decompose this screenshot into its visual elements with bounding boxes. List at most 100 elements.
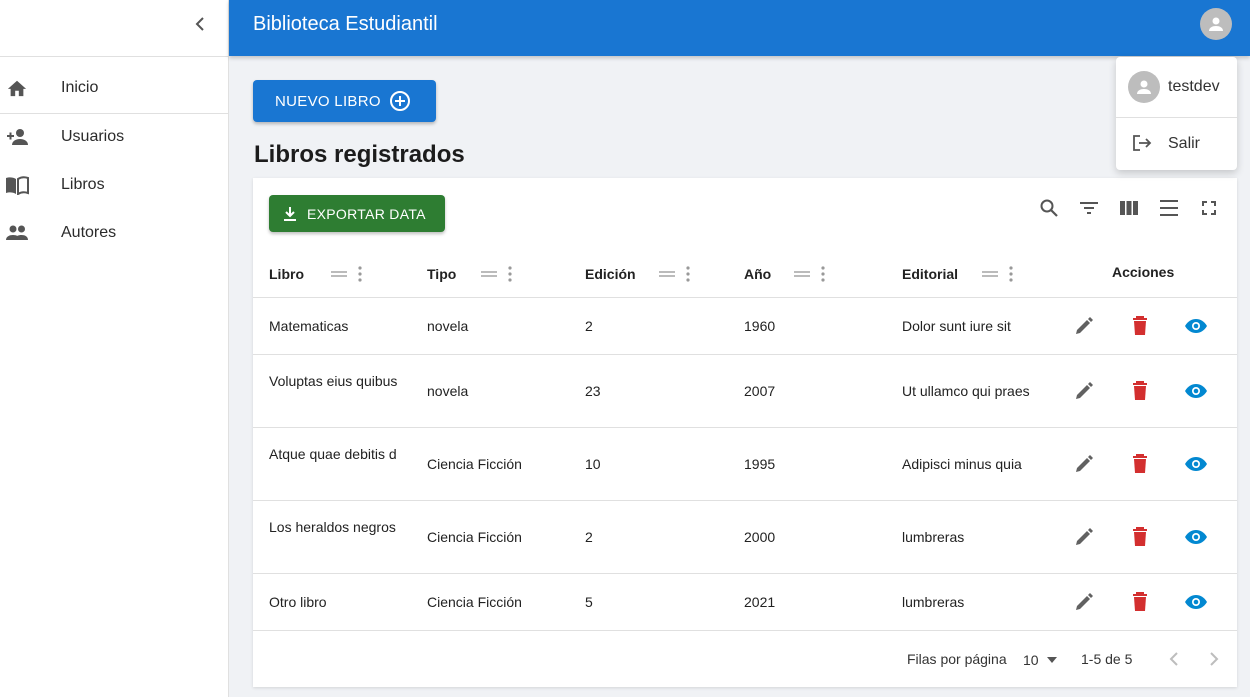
- export-data-label: EXPORTAR DATA: [307, 205, 426, 222]
- sidebar-item-usuarios[interactable]: Usuarios: [0, 113, 228, 161]
- fullscreen-icon: [1202, 201, 1216, 215]
- column-resize-icon[interactable]: [794, 266, 810, 282]
- view-button[interactable]: [1182, 377, 1210, 405]
- table-row: Los heraldos negros Ciencia Ficción 2 20…: [253, 500, 1237, 573]
- sidebar-item-libros[interactable]: Libros: [0, 161, 228, 209]
- user-menu: testdev Salir: [1116, 57, 1237, 170]
- view-button[interactable]: [1182, 588, 1210, 616]
- sidebar-header: [0, 0, 228, 57]
- collapse-sidebar-button[interactable]: [186, 10, 214, 38]
- column-resize-icon[interactable]: [659, 266, 675, 282]
- column-menu-icon[interactable]: [683, 265, 693, 283]
- delete-icon: [1133, 527, 1147, 546]
- view-button[interactable]: [1182, 312, 1210, 340]
- export-data-button[interactable]: EXPORTAR DATA: [269, 195, 445, 232]
- sidebar-item-autores[interactable]: Autores: [0, 209, 228, 257]
- username-label: testdev: [1168, 78, 1220, 95]
- menu-item-logout[interactable]: Salir: [1116, 118, 1237, 170]
- delete-button[interactable]: [1126, 377, 1154, 405]
- filter-button[interactable]: [1076, 195, 1102, 221]
- column-menu-icon[interactable]: [505, 265, 515, 283]
- column-resize-icon[interactable]: [331, 266, 347, 282]
- next-page-button[interactable]: [1202, 647, 1226, 671]
- cell-editorial: Adipisci minus quia: [902, 456, 1022, 472]
- sidebar-item-inicio[interactable]: Inicio: [0, 64, 228, 112]
- delete-button[interactable]: [1126, 588, 1154, 616]
- density-button[interactable]: [1156, 195, 1182, 221]
- cell-tipo: Ciencia Ficción: [427, 529, 522, 545]
- column-menu-icon[interactable]: [818, 265, 828, 283]
- eye-icon: [1185, 595, 1207, 609]
- new-book-button[interactable]: NUEVO LIBRO: [253, 80, 436, 122]
- previous-page-button[interactable]: [1162, 647, 1186, 671]
- cell-edicion: 2: [585, 318, 593, 334]
- eye-icon: [1185, 319, 1207, 333]
- edit-button[interactable]: [1070, 312, 1098, 340]
- edit-button[interactable]: [1070, 377, 1098, 405]
- account-icon: [1137, 80, 1151, 94]
- edit-icon: [1076, 382, 1093, 399]
- cell-tipo: novela: [427, 383, 469, 399]
- edit-button[interactable]: [1070, 523, 1098, 551]
- density-icon: [1160, 200, 1178, 216]
- columns-icon: [1120, 201, 1138, 215]
- cell-edicion: 23: [585, 383, 601, 399]
- column-header-acciones: Acciones: [1112, 264, 1175, 280]
- column-menu-icon[interactable]: [1006, 265, 1016, 283]
- column-header-anio[interactable]: Año: [744, 262, 771, 286]
- cell-anio: 2000: [744, 529, 776, 545]
- table-row: Otro libro Ciencia Ficción 5 2021 lumbre…: [253, 573, 1237, 630]
- eye-icon: [1185, 384, 1207, 398]
- edit-button[interactable]: [1070, 450, 1098, 478]
- delete-button[interactable]: [1126, 523, 1154, 551]
- column-header-libro[interactable]: Libro: [269, 262, 304, 286]
- search-button[interactable]: [1036, 195, 1062, 221]
- columns-button[interactable]: [1116, 195, 1142, 221]
- cell-libro: Matematicas: [269, 318, 349, 334]
- delete-button[interactable]: [1126, 450, 1154, 478]
- column-header-edicion[interactable]: Edición: [585, 262, 636, 286]
- column-resize-icon[interactable]: [982, 266, 998, 282]
- view-button[interactable]: [1182, 450, 1210, 478]
- sidebar-item-label: Libros: [61, 176, 105, 193]
- fullscreen-button[interactable]: [1196, 195, 1222, 221]
- cell-libro: Atque quae debitis d: [269, 446, 397, 462]
- view-button[interactable]: [1182, 523, 1210, 551]
- cell-tipo: Ciencia Ficción: [427, 456, 522, 472]
- rows-per-page-select[interactable]: 10: [1023, 649, 1059, 671]
- cell-tipo: novela: [427, 318, 469, 334]
- column-header-editorial[interactable]: Editorial: [902, 262, 958, 286]
- cell-anio: 2021: [744, 594, 776, 610]
- menu-item-profile[interactable]: testdev: [1116, 57, 1237, 117]
- column-resize-icon[interactable]: [481, 266, 497, 282]
- cell-libro: Los heraldos negros: [269, 519, 396, 535]
- add-circle-icon: [389, 90, 411, 112]
- rows-per-page-value: 10: [1023, 652, 1039, 668]
- chevron-left-icon: [1169, 652, 1178, 666]
- delete-icon: [1133, 381, 1147, 400]
- cell-editorial: Dolor sunt iure sit: [902, 318, 1011, 334]
- search-icon: [1040, 199, 1058, 217]
- cell-anio: 1960: [744, 318, 776, 334]
- sidebar-item-label: Usuarios: [61, 128, 125, 145]
- edit-button[interactable]: [1070, 588, 1098, 616]
- cell-anio: 1995: [744, 456, 776, 472]
- column-menu-icon[interactable]: [355, 265, 365, 283]
- cell-libro: Voluptas eius quibus: [269, 373, 398, 389]
- cell-libro: Otro libro: [269, 594, 327, 610]
- edit-icon: [1076, 528, 1093, 545]
- account-icon: [1209, 17, 1223, 31]
- table-row: Matematicas novela 2 1960 Dolor sunt iur…: [253, 297, 1237, 354]
- page-title: Libros registrados: [254, 141, 465, 168]
- app-title: Biblioteca Estudiantil: [253, 13, 438, 35]
- cell-edicion: 10: [585, 456, 601, 472]
- cell-editorial: lumbreras: [902, 594, 965, 610]
- account-avatar-button[interactable]: [1200, 8, 1232, 40]
- books-table-card: EXPORTAR DATA Libro Tipo Edición Año Edi…: [253, 178, 1237, 687]
- column-header-tipo[interactable]: Tipo: [427, 262, 456, 286]
- new-book-label: NUEVO LIBRO: [275, 92, 381, 110]
- delete-icon: [1133, 454, 1147, 473]
- cell-anio: 2007: [744, 383, 776, 399]
- delete-icon: [1133, 316, 1147, 335]
- delete-button[interactable]: [1126, 312, 1154, 340]
